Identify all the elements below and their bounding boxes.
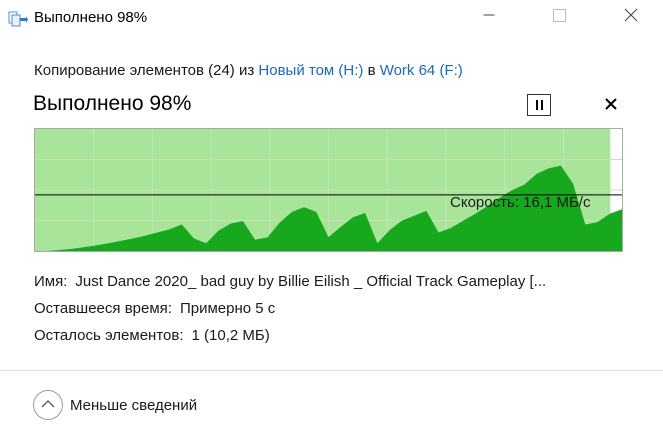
- cancel-operation-button[interactable]: [601, 96, 621, 116]
- window-title: Выполнено 98%: [34, 9, 148, 26]
- name-row: Имя: Just Dance 2020_ bad guy by Billie E…: [34, 273, 546, 290]
- pause-button[interactable]: [527, 94, 551, 116]
- copy-description: Копирование элементов (24) из Новый том …: [34, 62, 463, 79]
- source-link[interactable]: Новый том (H:): [258, 62, 363, 79]
- close-icon: [605, 97, 617, 115]
- time-remaining-value: Примерно 5 с: [179, 300, 276, 317]
- pause-icon: [534, 100, 544, 110]
- less-details-toggle[interactable]: [33, 390, 63, 420]
- file-copy-icon: [8, 10, 28, 28]
- maximize-icon: [552, 8, 566, 27]
- destination-link[interactable]: Work 64 (F:): [380, 62, 463, 79]
- time-remaining-row: Оставшееся время: Примерно 5 с: [34, 300, 275, 317]
- minimize-icon: [483, 8, 495, 26]
- close-icon: [624, 8, 638, 27]
- copy-prefix: Копирование элементов (24) из: [34, 62, 255, 79]
- chevron-up-icon: [41, 396, 55, 414]
- maximize-button[interactable]: [536, 0, 582, 34]
- copy-middle: в: [367, 62, 376, 79]
- less-details-label[interactable]: Меньше сведений: [70, 397, 197, 414]
- progress-heading: Выполнено 98%: [33, 92, 192, 115]
- items-remaining-row: Осталось элементов: 1 (10,2 МБ): [34, 327, 270, 344]
- speed-chart: [35, 129, 622, 251]
- items-remaining-value: 1 (10,2 МБ): [191, 327, 270, 344]
- speed-graph: [34, 128, 623, 252]
- close-window-button[interactable]: [608, 0, 654, 34]
- speed-label: Скорость: 16,1 МБ/с: [450, 194, 591, 211]
- items-remaining-label: Осталось элементов:: [34, 327, 184, 344]
- footer-divider: [0, 370, 663, 371]
- minimize-button[interactable]: [466, 0, 512, 34]
- name-label: Имя:: [34, 273, 68, 290]
- title-bar: Выполнено 98%: [0, 0, 663, 38]
- time-remaining-label: Оставшееся время:: [34, 300, 172, 317]
- name-value: Just Dance 2020_ bad guy by Billie Eilis…: [75, 273, 547, 290]
